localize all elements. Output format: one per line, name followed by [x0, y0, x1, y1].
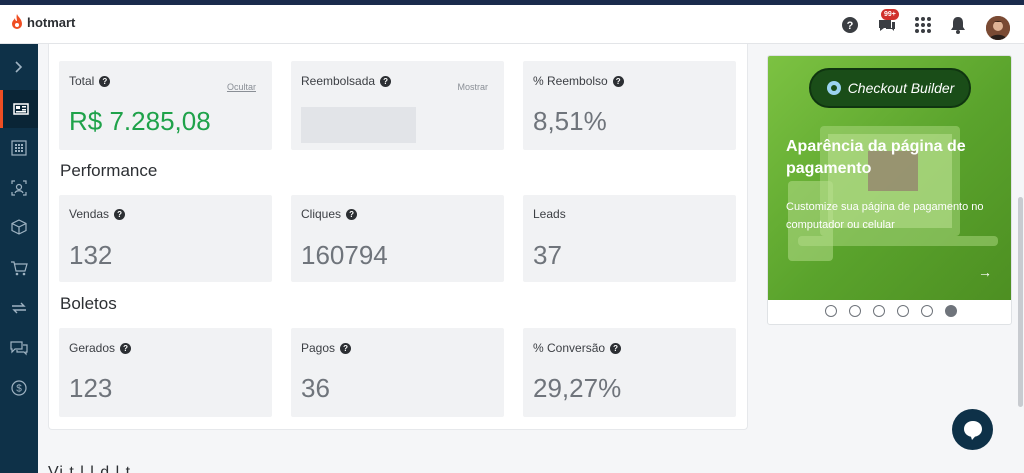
sidebar-item-subscriptions[interactable] [0, 289, 38, 327]
carousel-dot[interactable] [848, 305, 861, 317]
gerados-value: 123 [69, 373, 113, 403]
sidebar-item-dashboard[interactable] [0, 90, 38, 128]
vendas-tile: Vendas ? 132 [59, 195, 272, 282]
bell-icon[interactable] [947, 14, 969, 36]
total-value: R$ 7.285,08 [69, 106, 211, 136]
conversao-value: 29,27% [533, 373, 622, 403]
sidebar-item-box[interactable] [0, 208, 38, 246]
cliques-tile: Cliques ? 160794 [291, 195, 504, 282]
gerados-label: Gerados [69, 341, 116, 355]
chevron-right-icon [15, 61, 23, 73]
gerados-tile: Gerados ? 123 [59, 328, 272, 417]
page-scrollbar[interactable] [1018, 197, 1023, 407]
sidebar: $ [0, 44, 38, 473]
cliques-value: 160794 [301, 240, 388, 270]
cliques-label-row: Cliques ? [301, 207, 358, 221]
leads-label-row: Leads [533, 207, 566, 221]
conversao-tile: % Conversão ? 29,27% [523, 328, 736, 417]
cliques-label: Cliques [301, 207, 342, 221]
sidebar-item-finance[interactable]: $ [0, 369, 38, 407]
carousel-dot[interactable] [920, 305, 933, 317]
dashboard-card: Total ? Ocultar R$ 7.285,08 Reembolsada … [48, 44, 748, 430]
help-icon[interactable]: ? [99, 75, 111, 87]
vendas-value: 132 [69, 240, 113, 270]
vendas-label-row: Vendas ? [69, 207, 126, 221]
chat-bubble-icon [963, 420, 982, 440]
help-icon[interactable]: ? [612, 75, 624, 87]
performance-section-title: Performance [60, 161, 158, 180]
next-section-heading-cutoff: Vi t l l d l t [48, 464, 132, 473]
vendas-label: Vendas [69, 207, 110, 221]
pagos-label-row: Pagos ? [301, 341, 352, 355]
affiliate-icon [11, 180, 27, 196]
carousel-dot[interactable] [872, 305, 885, 317]
sidebar-item-messages[interactable] [0, 329, 38, 367]
reembolsada-label: Reembolsada [301, 74, 376, 88]
svg-text:?: ? [847, 20, 854, 32]
sidebar-item-sales[interactable] [0, 249, 38, 287]
app-header: hotmart ? 99+ [0, 5, 1024, 44]
banner-image[interactable]: Checkout Builder Aparência da página de … [768, 56, 1011, 300]
help-icon[interactable]: ? [346, 208, 358, 220]
notification-badge: 99+ [881, 9, 899, 20]
sidebar-expand[interactable] [0, 48, 38, 86]
reembolsada-tile: Reembolsada ? Mostrar [291, 61, 504, 150]
help-icon[interactable]: ? [340, 342, 352, 354]
grid-icon [11, 140, 27, 156]
gear-globe-icon [826, 81, 841, 95]
svg-text:$: $ [16, 384, 22, 395]
pct-reembolso-label-row: % Reembolso ? [533, 74, 624, 88]
pagos-tile: Pagos ? 36 [291, 328, 504, 417]
help-icon[interactable]: ? [380, 75, 392, 87]
pagos-label: Pagos [301, 341, 336, 355]
flame-icon [12, 14, 22, 29]
hide-link[interactable]: Ocultar [227, 82, 256, 92]
help-icon[interactable]: ? [610, 342, 622, 354]
dashboard-icon [12, 103, 29, 115]
leads-label: Leads [533, 207, 566, 221]
help-icon[interactable]: ? [114, 208, 126, 220]
carousel-dot-active[interactable] [944, 305, 957, 317]
total-label-row: Total ? [69, 74, 111, 88]
leads-value: 37 [533, 240, 562, 270]
conversao-label-row: % Conversão ? [533, 341, 622, 355]
carousel-dots [768, 305, 1011, 317]
help-icon[interactable]: ? [120, 342, 132, 354]
banner-title: Aparência da página de pagamento [786, 138, 966, 177]
sidebar-item-affiliates[interactable] [0, 169, 38, 207]
gerados-label-row: Gerados ? [69, 341, 132, 355]
boletos-section-title: Boletos [60, 294, 117, 313]
pct-reembolso-tile: % Reembolso ? 8,51% [523, 61, 736, 150]
cart-icon [11, 261, 28, 276]
carousel-dot[interactable] [896, 305, 909, 317]
pagos-value: 36 [301, 373, 330, 403]
hidden-value-placeholder [301, 107, 416, 143]
logo-text: hotmart [27, 14, 76, 30]
pct-reembolso-label: % Reembolso [533, 74, 608, 88]
apps-grid-icon[interactable] [912, 14, 934, 36]
carousel-dot[interactable] [824, 305, 837, 317]
leads-tile: Leads 37 [523, 195, 736, 282]
arrow-right-icon[interactable]: → [978, 264, 992, 280]
sidebar-item-products[interactable] [0, 129, 38, 167]
reembolsada-label-row: Reembolsada ? [301, 74, 392, 88]
show-link[interactable]: Mostrar [457, 82, 488, 92]
chat-support-button[interactable] [952, 409, 993, 450]
promo-banner[interactable]: Checkout Builder Aparência da página de … [767, 55, 1012, 325]
sync-icon [12, 302, 26, 314]
user-avatar[interactable] [986, 16, 1010, 40]
total-label: Total [69, 74, 95, 88]
banner-subtitle: Customize sua página de pagamento no com… [786, 201, 984, 231]
hotmart-logo[interactable]: hotmart [10, 14, 75, 30]
total-tile: Total ? Ocultar R$ 7.285,08 [59, 61, 272, 150]
checkout-builder-pill: Checkout Builder [809, 68, 971, 108]
pct-reembolso-value: 8,51% [533, 106, 607, 136]
chat-icon [10, 341, 28, 356]
dollar-icon: $ [11, 380, 27, 396]
conversao-label: % Conversão [533, 341, 606, 355]
help-icon[interactable]: ? [839, 14, 861, 36]
pill-label: Checkout Builder [847, 80, 955, 96]
box-icon [11, 219, 27, 235]
